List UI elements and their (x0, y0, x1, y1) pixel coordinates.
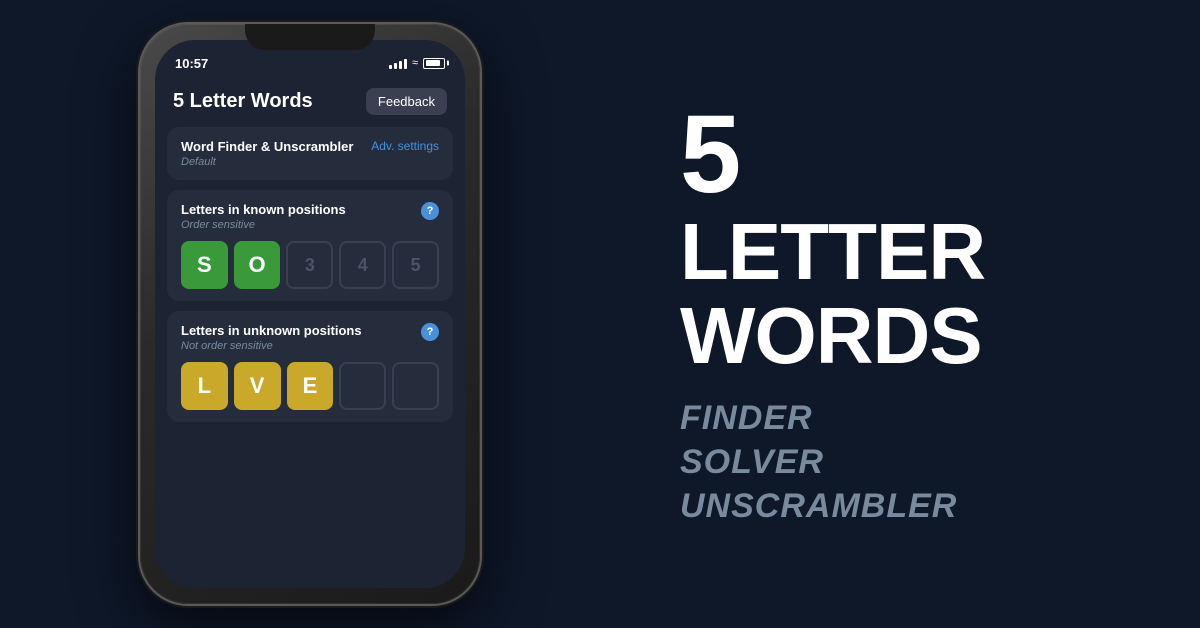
known-positions-tiles: S O 3 4 5 (181, 241, 439, 289)
subtitle-unscrambler: UNSCRAMBLER (680, 484, 1140, 528)
known-positions-subtitle: Order sensitive (181, 219, 346, 231)
tile-4-unknown-empty[interactable] (339, 362, 386, 410)
adv-settings-link[interactable]: Adv. settings (371, 139, 439, 153)
word-finder-subtitle: Default (181, 156, 353, 168)
tile-5-unknown-empty[interactable] (392, 362, 439, 410)
signal-bars-icon (389, 57, 407, 69)
known-positions-title: Letters in known positions (181, 202, 346, 217)
subtitle-finder: FINDER (680, 396, 1140, 440)
headline-block: 5 LETTER WORDS (680, 100, 1140, 378)
word-finder-info: Word Finder & Unscrambler Default (181, 139, 353, 168)
tile-e-yellow[interactable]: E (287, 362, 334, 410)
tile-4-empty[interactable]: 4 (339, 241, 386, 289)
known-positions-help-icon[interactable]: ? (421, 202, 439, 220)
battery-icon (423, 58, 445, 69)
app-content: Word Finder & Unscrambler Default Adv. s… (155, 127, 465, 432)
known-positions-header: Letters in known positions Order sensiti… (181, 202, 439, 231)
signal-bar-4 (404, 59, 407, 69)
headline-letter-2: WORDS (680, 294, 1140, 378)
app-title: 5 Letter Words (173, 90, 313, 113)
known-positions-info: Letters in known positions Order sensiti… (181, 202, 346, 231)
phone-screen: 10:57 ≈ 5 Letter Words Fe (155, 40, 465, 588)
headline-number: 5 (680, 100, 1140, 210)
unknown-positions-title: Letters in unknown positions (181, 323, 362, 338)
unknown-positions-card: Letters in unknown positions Not order s… (167, 311, 453, 422)
known-positions-card: Letters in known positions Order sensiti… (167, 190, 453, 301)
tile-1-green[interactable]: S (181, 241, 228, 289)
status-icons: ≈ (389, 57, 445, 69)
app-header: 5 Letter Words Feedback (155, 80, 465, 127)
tile-5-empty[interactable]: 5 (392, 241, 439, 289)
headline-letter-1: LETTER (680, 210, 1140, 294)
subtitle-solver: SOLVER (680, 440, 1140, 484)
word-finder-title: Word Finder & Unscrambler (181, 139, 353, 154)
status-time: 10:57 (175, 56, 208, 71)
subtitle-block: FINDER SOLVER UNSCRAMBLER (680, 396, 1140, 529)
phone-notch (245, 24, 375, 50)
phone-shell: 10:57 ≈ 5 Letter Words Fe (140, 24, 480, 604)
signal-bar-2 (394, 63, 397, 69)
tile-v-yellow[interactable]: V (234, 362, 281, 410)
unknown-positions-info: Letters in unknown positions Not order s… (181, 323, 362, 352)
word-finder-card: Word Finder & Unscrambler Default Adv. s… (167, 127, 453, 180)
tile-2-green[interactable]: O (234, 241, 281, 289)
feedback-button[interactable]: Feedback (366, 88, 447, 115)
tile-l-yellow[interactable]: L (181, 362, 228, 410)
phone-mockup-panel: 10:57 ≈ 5 Letter Words Fe (0, 0, 620, 628)
signal-bar-1 (389, 65, 392, 69)
word-finder-card-header: Word Finder & Unscrambler Default Adv. s… (181, 139, 439, 168)
unknown-positions-tiles: L V E (181, 362, 439, 410)
unknown-positions-subtitle: Not order sensitive (181, 340, 362, 352)
unknown-positions-help-icon[interactable]: ? (421, 323, 439, 341)
battery-fill (426, 60, 440, 66)
tile-3-empty[interactable]: 3 (286, 241, 333, 289)
right-panel: 5 LETTER WORDS FINDER SOLVER UNSCRAMBLER (620, 0, 1200, 628)
unknown-positions-header: Letters in unknown positions Not order s… (181, 323, 439, 352)
signal-bar-3 (399, 61, 402, 69)
wifi-icon: ≈ (412, 57, 418, 69)
